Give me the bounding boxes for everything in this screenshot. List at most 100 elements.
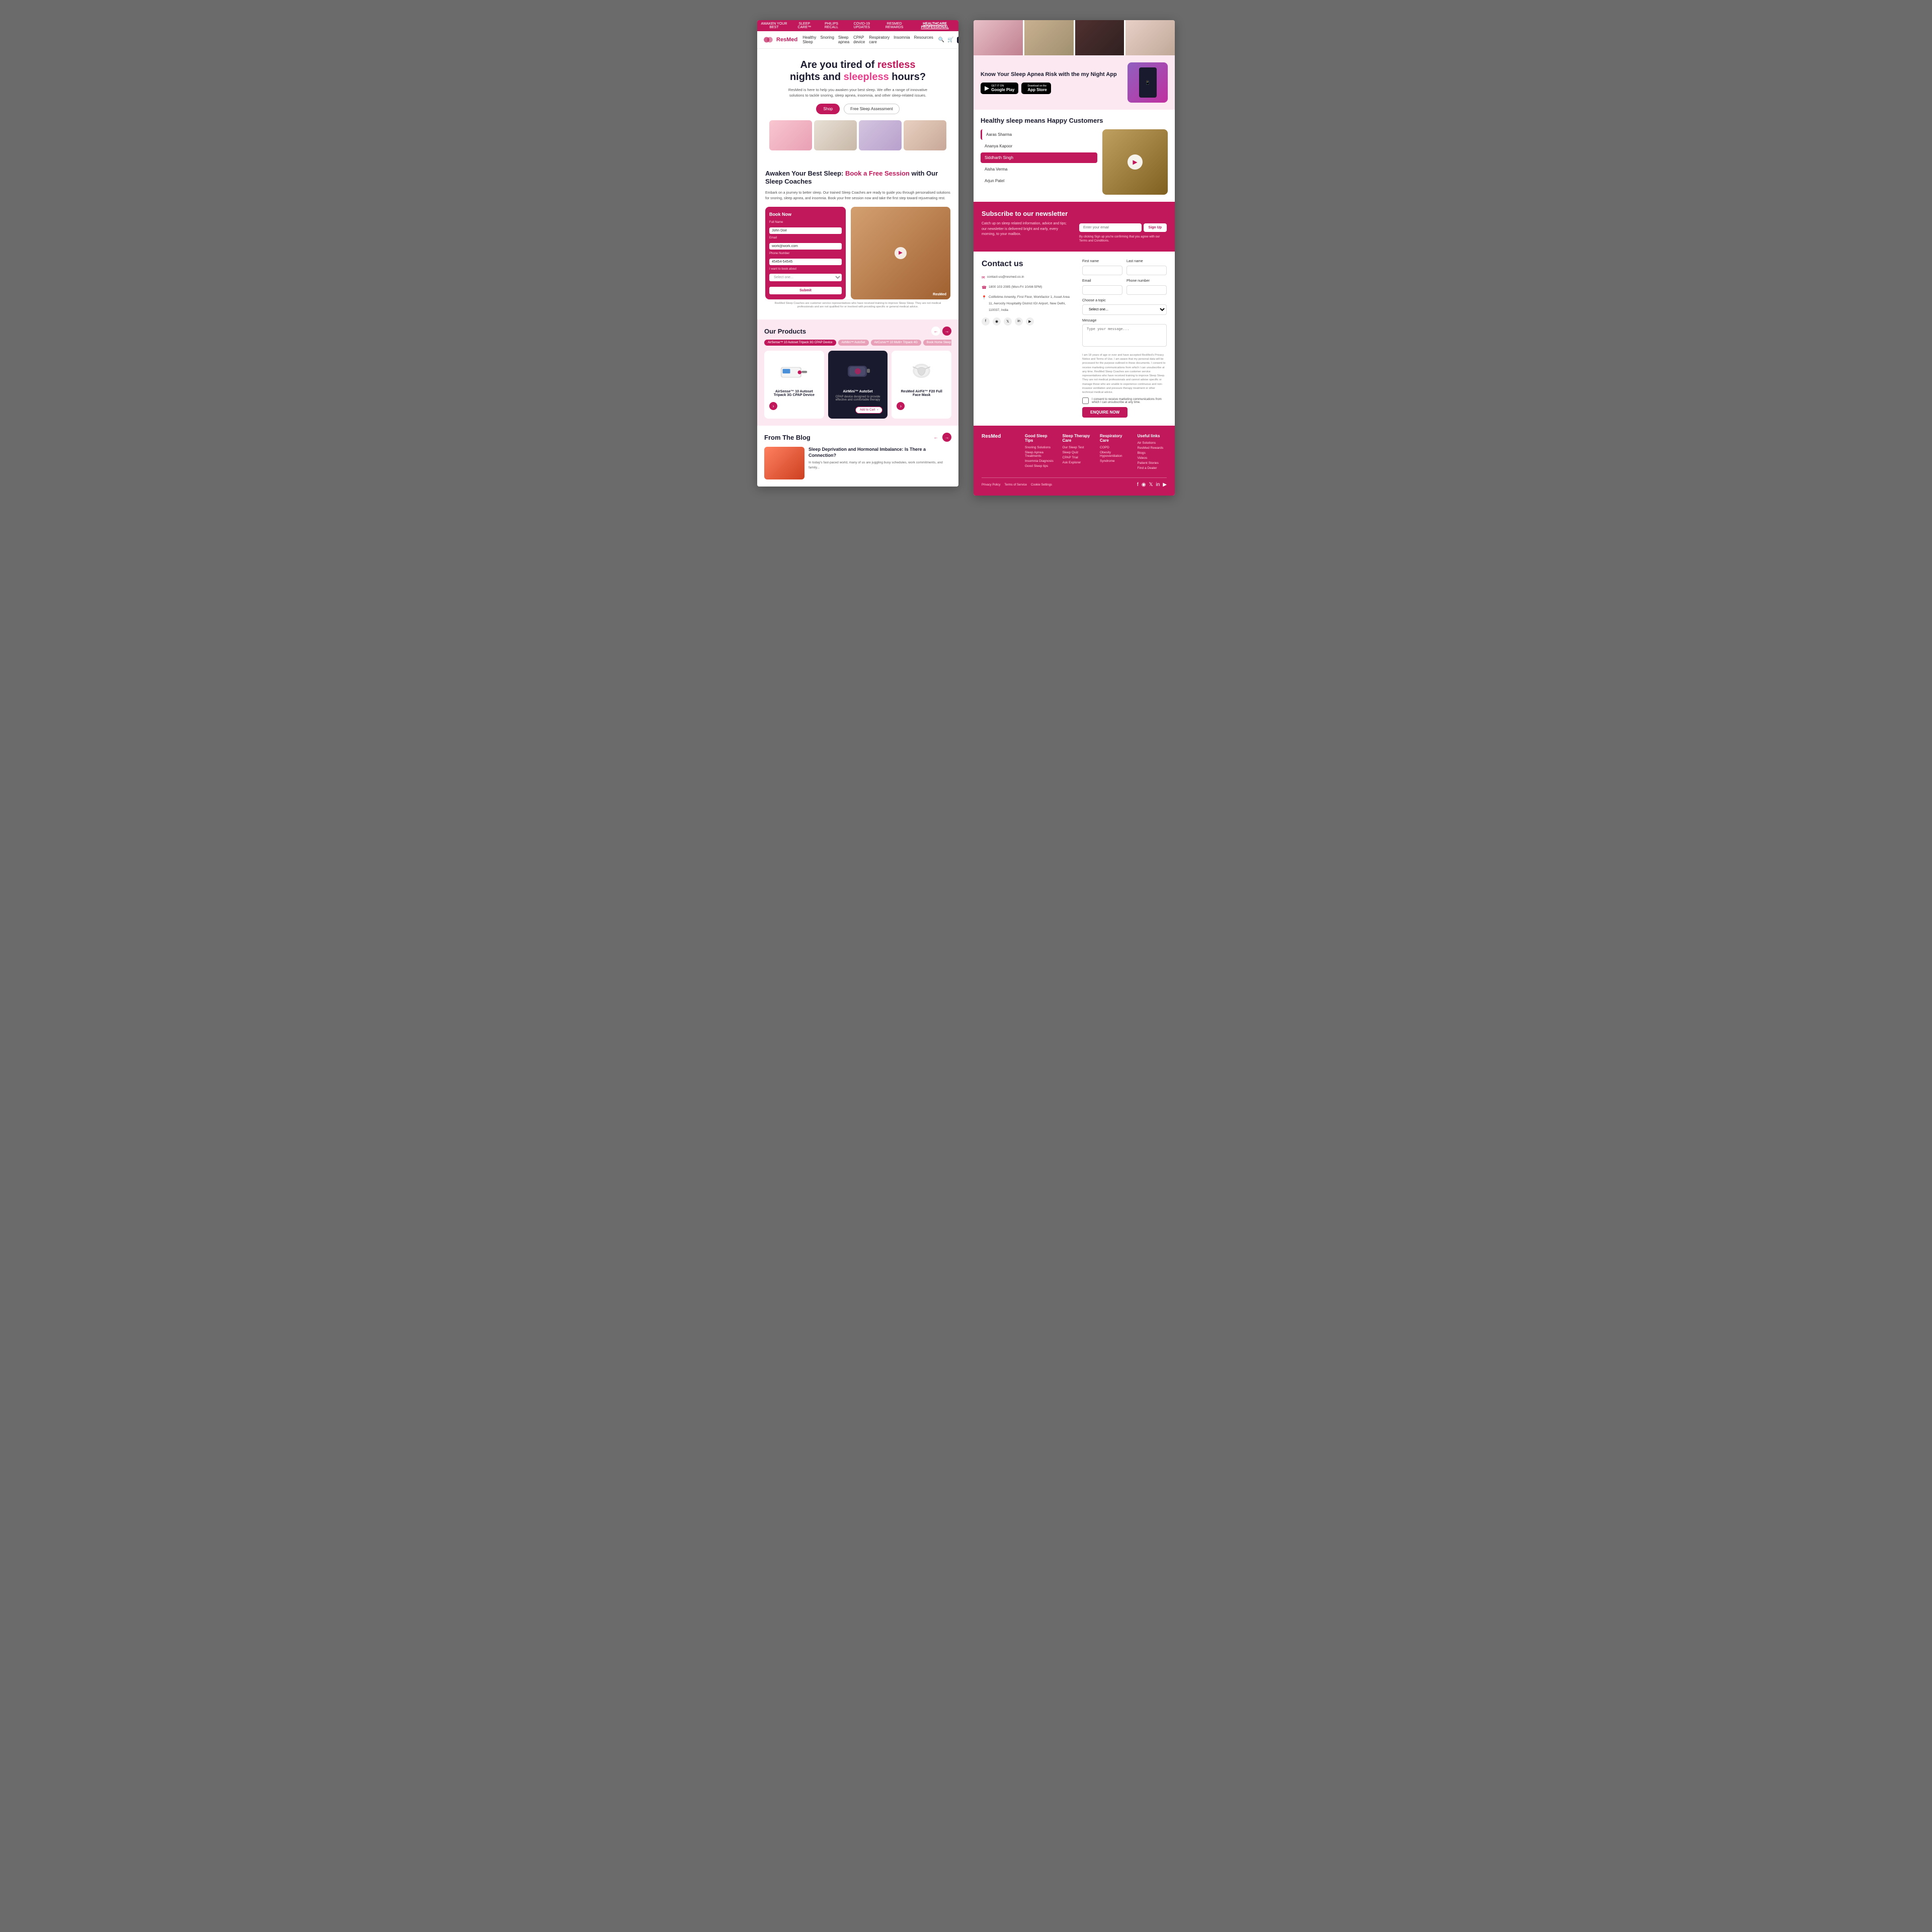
footer-twitter-icon[interactable]: 𝕏 bbox=[1149, 482, 1153, 488]
enquire-button[interactable]: ENQUIRE NOW bbox=[1082, 407, 1128, 418]
newsletter-email-input[interactable] bbox=[1079, 223, 1142, 232]
free-assessment-button[interactable]: Free Sleep Assessment bbox=[844, 104, 899, 114]
blog-post-title[interactable]: Sleep Deprivation and Hormonal Imbalance… bbox=[809, 447, 951, 458]
last-name-input[interactable] bbox=[1126, 266, 1167, 275]
product-name-2: ResMed AirFit™ F20 Full Face Mask bbox=[897, 390, 946, 397]
products-prev-button[interactable]: ← bbox=[931, 327, 940, 336]
testimonial-item-4[interactable]: Arjun Patel bbox=[981, 176, 1097, 186]
contact-topic-select[interactable]: Select one... bbox=[1082, 304, 1167, 315]
testimonial-video[interactable]: ▶ bbox=[1102, 129, 1168, 195]
footer-link-good-sleep-0[interactable]: Snoring Solutions bbox=[1025, 446, 1055, 449]
footer-link-useful-0[interactable]: Air Solutions bbox=[1138, 441, 1167, 445]
first-name-input[interactable] bbox=[1082, 266, 1122, 275]
testimonial-item-1[interactable]: Ananya Kapoor bbox=[981, 141, 1097, 151]
twitter-icon[interactable]: 𝕏 bbox=[1004, 317, 1012, 326]
privacy-policy-link[interactable]: Privacy Policy bbox=[982, 484, 1000, 487]
testimonial-item-3[interactable]: Aisha Verma bbox=[981, 164, 1097, 175]
footer-link-useful-3[interactable]: Videos bbox=[1138, 456, 1167, 460]
name-input[interactable] bbox=[769, 227, 842, 234]
nav-insomnia[interactable]: Insomnia bbox=[894, 35, 910, 44]
footer-link-useful-5[interactable]: Find a Dealer bbox=[1138, 466, 1167, 470]
phone-mockup: 📱 bbox=[1139, 67, 1157, 98]
product-tab-0[interactable]: AirSense™ 10 Autoset Tripack 3G CPAP Dev… bbox=[764, 340, 836, 346]
email-input[interactable] bbox=[769, 243, 842, 250]
footer-link-useful-1[interactable]: ResMed Rewards bbox=[1138, 446, 1167, 450]
nav-cpap[interactable]: CPAP device bbox=[853, 35, 865, 44]
facebook-icon[interactable]: f bbox=[982, 317, 990, 326]
coaches-section: Awaken Your Best Sleep: Book a Free Sess… bbox=[757, 162, 958, 320]
products-next-button[interactable]: → bbox=[942, 327, 951, 336]
nav-resources[interactable]: Resources bbox=[914, 35, 933, 44]
play-button[interactable]: ▶ bbox=[895, 247, 907, 259]
first-name-col: First name bbox=[1082, 260, 1122, 275]
testimonial-play-button[interactable]: ▶ bbox=[1128, 154, 1143, 170]
footer-link-resp-1[interactable]: Obesity Hypoventilation bbox=[1100, 451, 1130, 458]
app-store-button[interactable]: Download on the App Store bbox=[1021, 83, 1051, 94]
footer-facebook-icon[interactable]: f bbox=[1137, 482, 1139, 488]
topbar-item-4[interactable]: COVID-19 UPDATES bbox=[848, 22, 875, 29]
search-icon[interactable]: 🔍 bbox=[938, 37, 944, 43]
testimonial-item-2[interactable]: Siddharth Singh bbox=[981, 152, 1097, 163]
linkedin-icon[interactable]: in bbox=[1015, 317, 1023, 326]
contact-phone-label: Phone number bbox=[1126, 279, 1167, 283]
product-tab-1[interactable]: AirMini™ AutoSet bbox=[838, 340, 869, 346]
coaches-video[interactable]: ▶ ResMed bbox=[851, 207, 950, 299]
footer-link-resp-2[interactable]: Syndrome bbox=[1100, 459, 1130, 463]
footer-link-useful-2[interactable]: Blogs bbox=[1138, 451, 1167, 455]
footer-link-resp-0[interactable]: COPD bbox=[1100, 446, 1130, 449]
contact-topic-label: Choose a topic bbox=[1082, 299, 1167, 302]
topbar-item-3[interactable]: PHILIPS RECALL bbox=[820, 22, 843, 29]
footer-link-good-sleep-3[interactable]: Good Sleep tips bbox=[1025, 464, 1055, 468]
cart-icon[interactable]: 🛒 bbox=[947, 37, 953, 43]
footer-link-good-sleep-2[interactable]: Insomnia Diagnosis bbox=[1025, 459, 1055, 463]
topbar-item-2[interactable]: SLEEP CARE™ bbox=[794, 22, 815, 29]
contact-consent-checkbox[interactable] bbox=[1082, 397, 1089, 404]
instagram-icon[interactable]: ◉ bbox=[993, 317, 1001, 326]
topic-select[interactable]: Select one... bbox=[769, 274, 842, 281]
blog-prev-button[interactable]: ← bbox=[931, 433, 940, 442]
contact-phone: 1800 103 2085 (Mon-Fri 10AM-5PM) bbox=[989, 284, 1042, 290]
shop-button[interactable]: Shop bbox=[957, 37, 958, 43]
footer-link-therapy-2[interactable]: CPAP Trial bbox=[1063, 456, 1092, 459]
contact-message-label: Message bbox=[1082, 319, 1167, 323]
shop-hero-button[interactable]: Shop bbox=[816, 104, 840, 114]
testimonials-title: Healthy sleep means Happy Customers bbox=[981, 117, 1168, 124]
hero-red: restless bbox=[877, 59, 916, 70]
nav-healthy-sleep[interactable]: Healthy Sleep bbox=[802, 35, 816, 44]
contact-email-input[interactable] bbox=[1082, 285, 1122, 295]
topbar-item-6[interactable]: HEALTHCARE PROFESSIONAL bbox=[913, 22, 956, 29]
footer-link-therapy-1[interactable]: Sleep Quiz bbox=[1063, 451, 1092, 454]
footer-link-therapy-3[interactable]: Ask Explorer bbox=[1063, 461, 1092, 464]
contact-address: Colifetime Amenity, First Floor, Workfac… bbox=[989, 294, 1072, 313]
hero-text-2: nights and bbox=[790, 71, 844, 83]
footer-link-good-sleep-1[interactable]: Sleep Apnea Treatments bbox=[1025, 451, 1055, 458]
newsletter-signup-button[interactable]: Sign Up bbox=[1144, 223, 1167, 232]
topbar-item-1[interactable]: AWAKEN YOUR BEST bbox=[759, 22, 789, 29]
testimonial-item-0[interactable]: Aaras Sharma bbox=[981, 129, 1097, 140]
nav-snoring[interactable]: Snoring bbox=[820, 35, 834, 44]
newsletter-disclaimer: By clicking Sign up you're confirming th… bbox=[1079, 235, 1167, 244]
nav-sleep-apnea[interactable]: Sleep apnea bbox=[838, 35, 849, 44]
product-arrow-0[interactable]: › bbox=[769, 402, 777, 410]
topbar-item-5[interactable]: RESMED REWARDS bbox=[880, 22, 908, 29]
terms-link[interactable]: Terms of Service bbox=[1004, 484, 1027, 487]
contact-phone-input[interactable] bbox=[1126, 285, 1167, 295]
google-play-button[interactable]: ▶ GET IT ON Google Play bbox=[981, 83, 1018, 94]
youtube-icon[interactable]: ▶ bbox=[1026, 317, 1034, 326]
cookies-link[interactable]: Cookie Settings bbox=[1031, 484, 1052, 487]
contact-message-input[interactable] bbox=[1082, 324, 1167, 347]
product-tab-2[interactable]: AirCurve™ 10 Multi+ Tripack 4G bbox=[871, 340, 921, 346]
footer-linkedin-icon[interactable]: in bbox=[1156, 482, 1160, 488]
footer-link-useful-4[interactable]: Patient Stories bbox=[1138, 461, 1167, 465]
product-arrow-2[interactable]: › bbox=[897, 402, 905, 410]
phone-input[interactable] bbox=[769, 259, 842, 265]
footer-link-therapy-0[interactable]: Our Sleep Test bbox=[1063, 446, 1092, 449]
contact-consent-label: I consent to receive marketing communica… bbox=[1092, 398, 1167, 404]
submit-button[interactable]: Submit bbox=[769, 287, 842, 294]
footer-youtube-icon[interactable]: ▶ bbox=[1163, 482, 1167, 488]
footer-instagram-icon[interactable]: ◉ bbox=[1142, 482, 1146, 488]
nav-respiratory[interactable]: Respiratory care bbox=[869, 35, 890, 44]
product-tab-3[interactable]: Book Home Sleep Test bbox=[923, 340, 951, 346]
add-cart-button-1[interactable]: Add to Cart › bbox=[855, 407, 882, 414]
blog-next-button[interactable]: → bbox=[942, 433, 951, 442]
